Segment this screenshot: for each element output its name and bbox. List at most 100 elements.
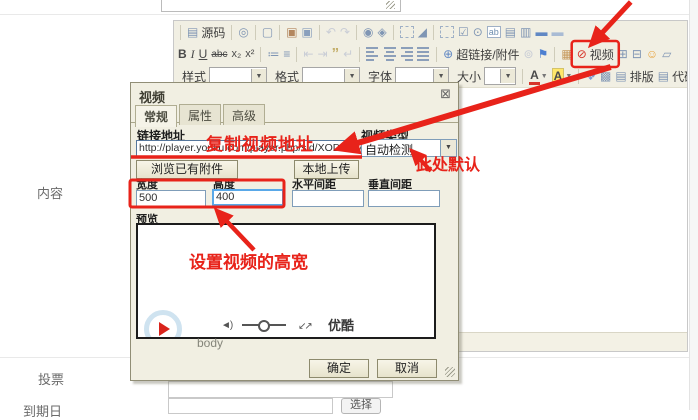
quick-format-icon: ▩ (600, 67, 611, 85)
outdent-button[interactable]: ⇤ (303, 44, 313, 64)
indent-button[interactable]: ⇥ (318, 44, 328, 64)
italic-button[interactable]: I (191, 44, 195, 64)
seek-knob[interactable] (258, 320, 270, 332)
find-button[interactable]: ◉ (363, 22, 373, 42)
ordered-list-button[interactable]: ≔ (267, 44, 279, 64)
hspace-input[interactable] (292, 190, 364, 207)
seek-slider[interactable] (242, 324, 286, 326)
outdent-icon: ⇤ (303, 45, 313, 63)
hidden-field-button[interactable]: ▬ (551, 22, 563, 42)
image-button[interactable]: ▦ (561, 44, 572, 64)
flag-button[interactable]: ⚑ (538, 44, 549, 64)
dialog-resize-grip[interactable] (445, 367, 455, 377)
paste-button[interactable]: ▣ (286, 22, 297, 42)
anchor-button[interactable]: ⊚ (524, 44, 534, 64)
dialog-tabs: 常规属性高级 (131, 104, 458, 123)
remove-format-button[interactable]: ◢ (418, 22, 427, 42)
choose-button[interactable]: 选择 (341, 398, 381, 414)
element-path-body[interactable]: body (197, 336, 223, 350)
play-icon[interactable] (144, 310, 182, 339)
form-button-button[interactable]: ▬ (535, 22, 547, 42)
subject-input[interactable] (161, 0, 401, 12)
video-dialog: 视频 ⊠ 常规属性高级 链接地址 http://player.youku.com… (130, 82, 459, 381)
flag-icon: ⚑ (538, 45, 549, 63)
ok-button[interactable]: 确定 (309, 359, 369, 378)
select-all-button[interactable] (400, 22, 414, 42)
line-break-button[interactable]: ↵ (343, 44, 353, 64)
video-type-value: 自动检测 (365, 141, 413, 158)
replace-button[interactable]: ◈ (377, 22, 386, 42)
undo-button[interactable]: ↶ (326, 22, 336, 42)
typeset-button-label: 排版 (630, 68, 654, 85)
fieldset-button[interactable] (440, 22, 454, 42)
hr-icon: ⊟ (632, 45, 642, 63)
subscript-button[interactable]: x₂ (231, 44, 241, 64)
textarea-button[interactable]: ▤ (505, 22, 516, 42)
underline-icon: U (199, 47, 208, 61)
select-all-icon (400, 26, 414, 38)
width-input[interactable]: 500 (136, 190, 206, 207)
hyperlink-attachment-button-label: 超链接/附件 (456, 46, 519, 63)
video-icon: ⊘ (577, 45, 587, 63)
close-icon[interactable]: ⊠ (440, 86, 451, 102)
checkbox-button[interactable]: ☑ (458, 22, 469, 42)
chevron-down-icon[interactable]: ▼ (433, 69, 448, 83)
superscript-button[interactable]: x² (245, 44, 254, 64)
bg-color-button[interactable]: A▼ (552, 66, 573, 86)
underline-button[interactable]: U (199, 44, 208, 64)
size-select[interactable]: 大小▼ (453, 66, 516, 86)
listbox-button[interactable]: ▥ (520, 22, 531, 42)
strikethrough-button[interactable]: abc (211, 44, 227, 64)
template-button[interactable]: ▢ (262, 22, 273, 42)
code-button[interactable]: ▤代码 (658, 66, 687, 86)
video-button[interactable]: ⊘视频 (577, 44, 614, 64)
radio-button[interactable]: ⊙ (473, 22, 483, 42)
paste-word-button[interactable]: ▣ (302, 22, 313, 42)
page-right-gutter (689, 0, 698, 410)
textfield-icon: ab (487, 26, 501, 38)
chevron-down-icon[interactable]: ▼ (344, 69, 359, 83)
page-break-button[interactable]: ▱ (662, 44, 671, 64)
emoticon-button[interactable]: ☺ (646, 44, 658, 64)
cancel-button[interactable]: 取消 (377, 359, 437, 378)
vspace-input[interactable] (368, 190, 440, 207)
tab-advanced[interactable]: 高级 (223, 104, 265, 125)
bold-button[interactable]: B (178, 44, 187, 64)
typeset-button[interactable]: ▤排版 (615, 66, 653, 86)
align-right-button[interactable] (400, 44, 413, 64)
subject-resize-grip[interactable] (386, 1, 395, 9)
redo-button[interactable]: ↷ (340, 22, 350, 42)
toolbar-separator (319, 25, 320, 40)
hyperlink-attachment-button[interactable]: ⊕超链接/附件 (443, 44, 519, 64)
expire-input[interactable] (168, 398, 333, 414)
unordered-list-button[interactable]: ≡ (283, 44, 290, 64)
fullscreen-icon[interactable]: ↙↗ (298, 321, 311, 332)
chevron-down-icon[interactable]: ▼ (251, 69, 266, 83)
text-color-button[interactable]: A▼ (529, 66, 548, 86)
line-break-icon: ↵ (343, 45, 353, 63)
preview-button[interactable]: ◎ (238, 22, 248, 42)
image-icon: ▦ (561, 45, 572, 63)
chevron-down-icon[interactable]: ▼ (500, 69, 515, 83)
fullscreen-button[interactable]: ❖ (585, 66, 596, 86)
paste-icon: ▣ (286, 23, 297, 41)
align-justify-button[interactable] (417, 44, 430, 64)
volume-icon[interactable]: ◄) (221, 320, 232, 331)
vote-input[interactable] (168, 381, 393, 398)
emoticon-icon: ☺ (646, 45, 658, 63)
size-select[interactable]: ▼ (484, 67, 516, 85)
height-input[interactable]: 400 (212, 189, 284, 206)
source-code-button[interactable]: ▤源码 (187, 22, 225, 42)
hr-button[interactable]: ⊟ (632, 44, 642, 64)
quick-format-button[interactable]: ▩ (600, 66, 611, 86)
align-center-button[interactable] (383, 44, 396, 64)
tab-attributes[interactable]: 属性 (179, 104, 221, 125)
textarea-icon: ▤ (505, 23, 516, 41)
blockquote-button[interactable]: ” (332, 44, 340, 64)
toolbar-row-2: BIUabcx₂x² ≔≡ ⇤ ⇥”↵ ⊕超链接/附件⊚⚑ ▦ ⊘视频⊞⊟☺▱ (176, 43, 687, 65)
align-left-button[interactable] (366, 44, 379, 64)
tab-general[interactable]: 常规 (135, 105, 177, 127)
redo-icon: ↷ (340, 23, 350, 41)
textfield-button[interactable]: ab (487, 22, 501, 42)
table-button[interactable]: ⊞ (618, 44, 628, 64)
